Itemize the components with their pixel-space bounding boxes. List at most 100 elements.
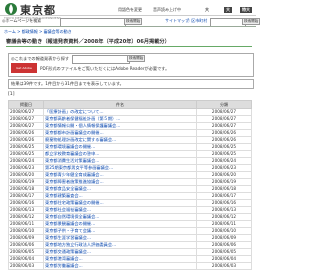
- row-date: 2008/06/19: [8, 178, 44, 186]
- archive-search-input[interactable]: [72, 55, 130, 64]
- font-size-large-button[interactable]: 大: [205, 7, 209, 13]
- table-row: 2008/06/27 東京都情報公開・個人情報保護審議会… 2008/06/27: [8, 122, 252, 130]
- voice-reader-button[interactable]: 音声読み上げ: [153, 7, 177, 13]
- col-date: 掲載日: [8, 100, 44, 109]
- row-date: 2008/06/12: [8, 213, 44, 221]
- row-date: 2008/06/27: [8, 108, 44, 116]
- row-category: 2008/06/04: [196, 255, 252, 263]
- col-title: 件名: [43, 100, 197, 109]
- row-title-link[interactable]: 「医療計画」の改定について…: [43, 108, 197, 116]
- row-title-link[interactable]: 東京都交通政策審議会…: [43, 248, 197, 256]
- font-size-medium-button[interactable]: 中: [177, 7, 181, 13]
- row-category: 2008/06/20: [196, 171, 252, 179]
- table-row: 2008/06/26 東京都都市計画審議会の開催… 2008/06/26: [8, 129, 252, 137]
- row-date: 2008/06/13: [8, 206, 44, 214]
- row-date: 2008/06/10: [8, 227, 44, 235]
- row-title-link[interactable]: 東京都環境審議会の開催…: [43, 143, 197, 151]
- row-title-link[interactable]: 東京都労働審議会…: [43, 262, 197, 270]
- pdf-note: PDF形式のファイルをご覧いただくにはAdobe Readerが必要です。: [40, 66, 170, 71]
- row-category: 2008/06/27: [196, 108, 252, 116]
- row-category: 2008/06/16: [196, 199, 252, 207]
- row-title-link[interactable]: 東京都港湾審議会…: [43, 255, 197, 263]
- row-title-link[interactable]: 東京都消費生活対策審議会…: [43, 157, 197, 165]
- col-category: 分類: [196, 100, 252, 109]
- page-title: 審議会等の動き（報道発表資料／2008年（平成20年）06月掲載分）: [6, 39, 170, 45]
- nav-divider: [0, 26, 256, 27]
- row-category: 2008/06/19: [196, 178, 252, 186]
- pagination[interactable]: [1]: [8, 92, 15, 97]
- row-category: 2008/06/27: [196, 115, 252, 123]
- table-row: 2008/06/09 東京都生涯学習審議会… 2008/06/09: [8, 234, 252, 242]
- table-row: 2008/06/17 東京都建築審査会… 2008/06/17: [8, 192, 252, 200]
- table-row: 2008/06/26 廃棄物処理計画改定に関する審議会… 2008/06/26: [8, 136, 252, 144]
- table-row: 2008/06/10 東京都子供・子育て会議… 2008/06/10: [8, 227, 252, 235]
- row-category: 2008/06/06: [196, 241, 252, 249]
- row-title-link[interactable]: 東京都子供・子育て会議…: [43, 227, 197, 235]
- font-size-large2-button[interactable]: 大: [224, 7, 232, 13]
- row-title-link[interactable]: 廃棄物処理計画改定に関する審議会…: [43, 136, 197, 144]
- row-category: 2008/06/24: [196, 157, 252, 165]
- table-row: 2008/06/06 東京都地方独立行政法人評価委員会… 2008/06/06: [8, 241, 252, 249]
- row-title-link[interactable]: 東京都情報公開・個人情報保護審議会…: [43, 122, 197, 130]
- row-date: 2008/06/11: [8, 220, 44, 228]
- row-title-link[interactable]: 東京都障害者施策推進協議会…: [43, 178, 197, 186]
- archive-search-label: ◎これまでの報道発表から探す: [11, 56, 70, 61]
- color-change-button[interactable]: 用語色を変更: [118, 7, 142, 13]
- row-category: 2008/06/09: [196, 234, 252, 242]
- adobe-reader-badge[interactable]: Get Adobe Reader: [11, 63, 37, 80]
- table-row: 2008/06/12 東京都自然環境保全審議会… 2008/06/12: [8, 213, 252, 221]
- row-title-link[interactable]: 東京都生涯学習審議会…: [43, 234, 197, 242]
- table-row: 2008/06/24 東京都消費生活対策審議会… 2008/06/24: [8, 157, 252, 165]
- table-row: 2008/06/04 東京都港湾審議会… 2008/06/04: [8, 255, 252, 263]
- row-title-link[interactable]: 東京都自然環境保全審議会…: [43, 213, 197, 221]
- row-date: 2008/06/09: [8, 234, 44, 242]
- table-row: 2008/06/19 東京都障害者施策推進協議会… 2008/06/19: [8, 178, 252, 186]
- row-category: 2008/06/23: [196, 164, 252, 172]
- row-date: 2008/06/05: [8, 248, 44, 256]
- row-category: 2008/06/18: [196, 185, 252, 193]
- tokyo-logo-mark: [4, 2, 18, 16]
- site-search-button[interactable]: 検索開始: [124, 18, 143, 25]
- row-date: 2008/06/27: [8, 122, 44, 130]
- row-category: 2008/06/25: [196, 150, 252, 158]
- site-search-label: ◎ホームページを検索: [2, 18, 42, 23]
- row-category: 2008/06/26: [196, 136, 252, 144]
- row-date: 2008/06/04: [8, 255, 44, 263]
- row-date: 2008/06/18: [8, 185, 44, 193]
- row-title-link[interactable]: 東京都食品安全審議会…: [43, 185, 197, 193]
- archive-search-button[interactable]: 検索開始: [127, 55, 146, 62]
- result-summary: 結果は39件です。1件目から31件目までを表示しています。: [11, 81, 124, 86]
- table-row: 2008/06/25 都立学校教育審議会の答申… 2008/06/25: [8, 150, 252, 158]
- row-title-link[interactable]: 東京都青少年健全育成審議会…: [43, 171, 197, 179]
- municipality-search-button[interactable]: 検索開始: [242, 18, 261, 25]
- row-category: 2008/06/26: [196, 129, 252, 137]
- header-divider: [0, 15, 256, 16]
- municipality-link[interactable]: ⓘ 区市町村: [186, 18, 207, 24]
- row-date: 2008/06/16: [8, 199, 44, 207]
- row-title-link[interactable]: 東京都社会福祉審議会…: [43, 206, 197, 214]
- table-row: 2008/06/25 東京都環境審議会の開催… 2008/06/25: [8, 143, 252, 151]
- row-title-link[interactable]: 第25期東京都男女平等参画審議会…: [43, 164, 197, 172]
- table-row: 2008/06/03 東京都労働審議会… 2008/06/03: [8, 262, 252, 270]
- breadcrumb[interactable]: ホーム > 都政情報 > 審議会等の動き: [4, 29, 72, 35]
- row-category: 2008/06/05: [196, 248, 252, 256]
- row-title-link[interactable]: 東京都建築審査会…: [43, 192, 197, 200]
- row-date: 2008/06/25: [8, 150, 44, 158]
- font-size-xlarge-button[interactable]: 特大: [240, 7, 252, 13]
- row-title-link[interactable]: 東京都住宅政策審議会の開催…: [43, 199, 197, 207]
- row-category: 2008/06/25: [196, 143, 252, 151]
- row-category: 2008/06/13: [196, 206, 252, 214]
- table-row: 2008/06/23 第25期東京都男女平等参画審議会… 2008/06/23: [8, 164, 252, 172]
- row-title-link[interactable]: 都立学校教育審議会の答申…: [43, 150, 197, 158]
- row-date: 2008/06/25: [8, 143, 44, 151]
- row-title-link[interactable]: 東京都都市計画審議会の開催…: [43, 129, 197, 137]
- row-title-link[interactable]: 東京都地方独立行政法人評価委員会…: [43, 241, 197, 249]
- table-row: 2008/06/20 東京都青少年健全育成審議会… 2008/06/20: [8, 171, 252, 179]
- row-date: 2008/06/26: [8, 129, 44, 137]
- row-date: 2008/06/24: [8, 157, 44, 165]
- row-title-link[interactable]: 東京都高齢者保健福祉計画（第５期）…: [43, 115, 197, 123]
- row-date: 2008/06/06: [8, 241, 44, 249]
- row-title-link[interactable]: 東京都景観審議会の開催…: [43, 220, 197, 228]
- row-category: 2008/06/17: [196, 192, 252, 200]
- row-date: 2008/06/03: [8, 262, 44, 270]
